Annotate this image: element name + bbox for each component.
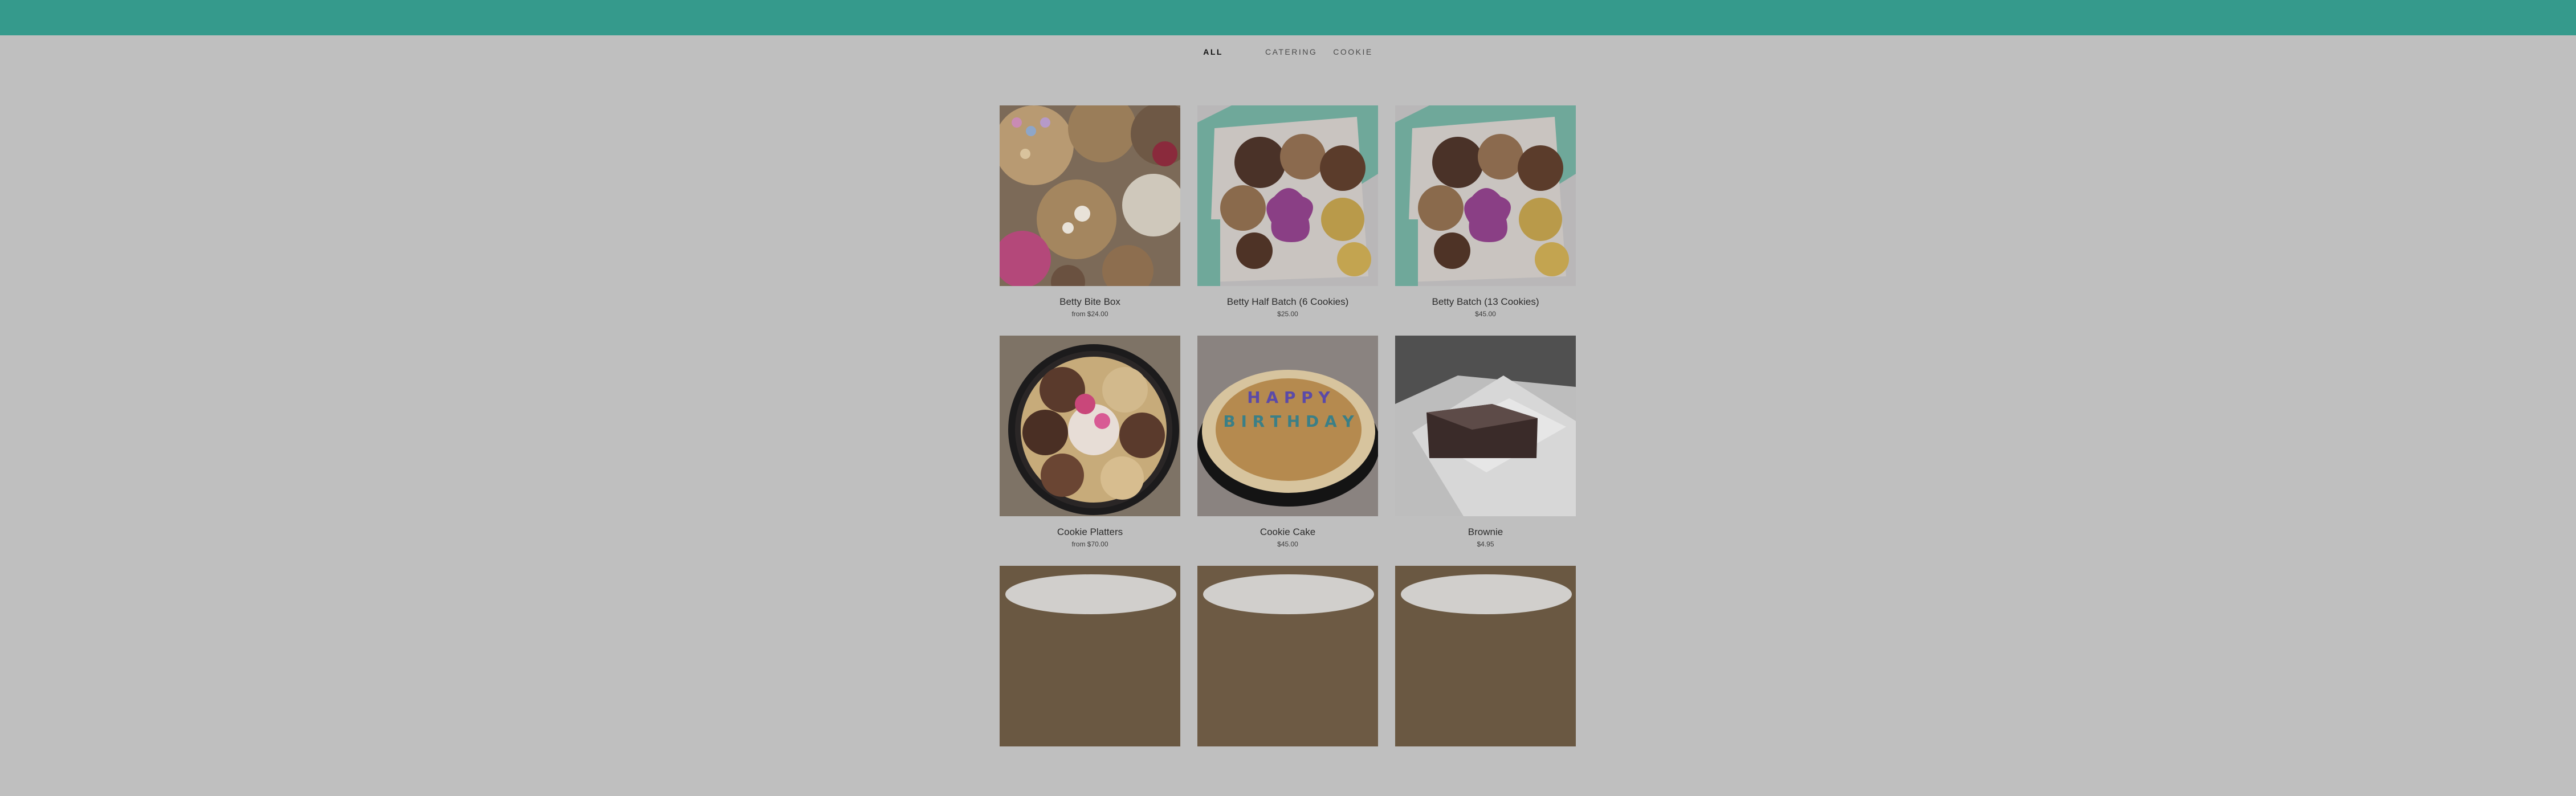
product-image-cookie-cake[interactable]: H A P P Y B I R T H D A Y [1197,336,1378,516]
product-card[interactable] [1197,566,1378,796]
product-price: $45.00 [1277,540,1298,548]
product-image-cookie-box[interactable] [1197,105,1378,286]
svg-text:H A P P Y: H A P P Y [1247,388,1330,407]
category-filter: ALL CATERING COOKIE [0,44,2576,59]
filter-catering[interactable]: CATERING [1257,47,1325,56]
product-name[interactable]: Cookie Cake [1197,526,1378,538]
header-bar [0,0,2576,35]
product-name[interactable]: Brownie [1395,526,1576,538]
product-card[interactable]: Betty Batch (13 Cookies) $45.00 [1395,105,1576,336]
product-card[interactable]: Betty Bite Box from $24.00 [1000,105,1180,336]
svg-text:B I R T H D A Y: B I R T H D A Y [1223,412,1354,431]
product-card[interactable] [1000,566,1180,796]
product-image-cookie-box[interactable] [1395,105,1576,286]
product-card[interactable] [1395,566,1576,796]
product-card[interactable]: Brownie $4.95 [1395,336,1576,566]
product-image-cookie-assortment[interactable] [1000,105,1180,286]
product-card[interactable]: Cookie Platters from $70.00 [1000,336,1180,566]
product-card[interactable]: Betty Half Batch (6 Cookies) $25.00 [1197,105,1378,336]
product-name[interactable]: Cookie Platters [1000,526,1180,538]
product-image-dish[interactable] [1395,566,1576,746]
filter-all[interactable]: ALL [1195,47,1231,56]
product-image-dish[interactable] [1000,566,1180,746]
product-name[interactable]: Betty Batch (13 Cookies) [1395,296,1576,308]
product-name[interactable]: Betty Half Batch (6 Cookies) [1197,296,1378,308]
product-card[interactable]: H A P P Y B I R T H D A Y Cookie Cake $4… [1197,336,1378,566]
product-price: $45.00 [1475,310,1496,318]
product-image-brownie[interactable] [1395,336,1576,516]
product-grid: Betty Bite Box from $24.00 Betty Half Ba… [1000,105,1576,796]
filter-cookie[interactable]: COOKIE [1325,47,1380,56]
product-price: from $24.00 [1071,310,1108,318]
product-name[interactable]: Betty Bite Box [1000,296,1180,308]
product-image-dish[interactable] [1197,566,1378,746]
product-price: $25.00 [1277,310,1298,318]
product-price: from $70.00 [1071,540,1108,548]
product-image-cookie-platter[interactable] [1000,336,1180,516]
product-price: $4.95 [1477,540,1494,548]
